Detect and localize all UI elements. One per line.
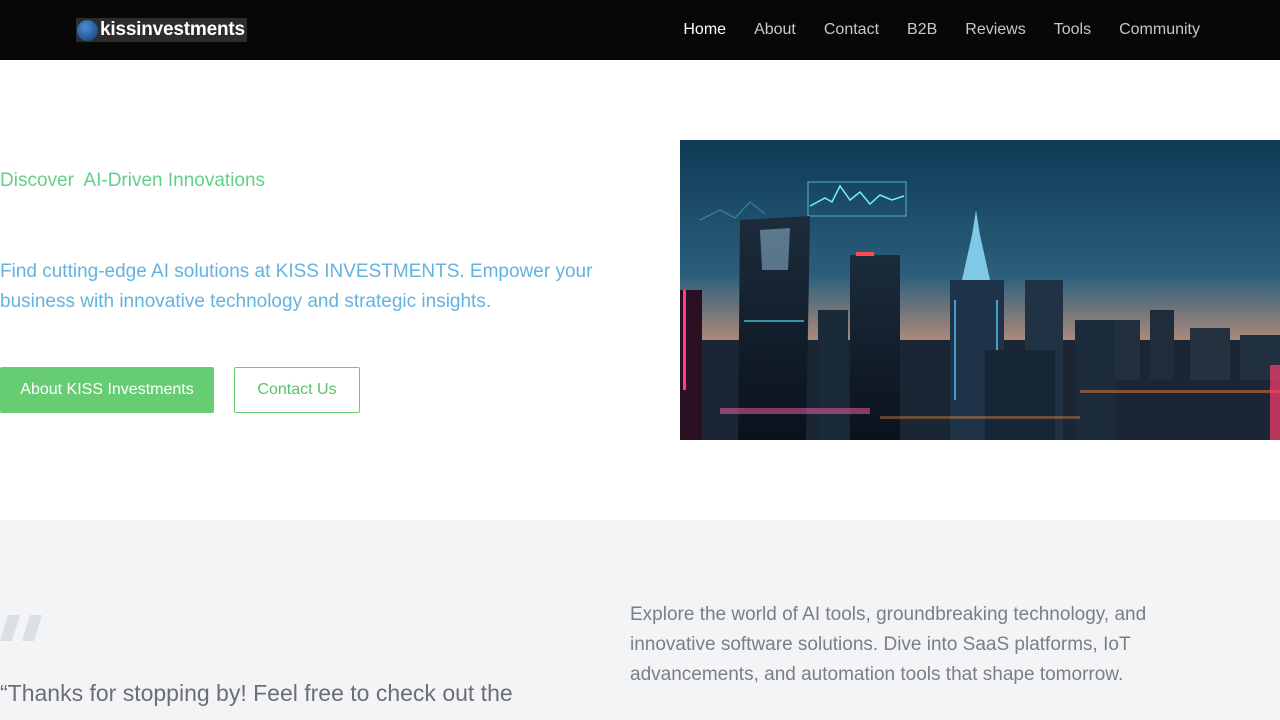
- nav-contact[interactable]: Contact: [824, 21, 879, 39]
- nav-community[interactable]: Community: [1119, 21, 1200, 39]
- main-nav: Home About Contact B2B Reviews Tools Com…: [683, 0, 1200, 60]
- contact-us-button[interactable]: Contact Us: [234, 367, 360, 413]
- site-header: kissinvestments Home About Contact B2B R…: [0, 0, 1280, 60]
- nav-home[interactable]: Home: [683, 21, 726, 39]
- site-logo[interactable]: kissinvestments: [76, 18, 247, 42]
- testimonial-quote: “Thanks for stopping by! Feel free to ch…: [0, 680, 513, 706]
- hero-lead: Find cutting-edge AI solutions at KISS I…: [0, 261, 593, 312]
- nav-tools[interactable]: Tools: [1054, 21, 1091, 39]
- nav-about[interactable]: About: [754, 21, 796, 39]
- nav-b2b[interactable]: B2B: [907, 21, 937, 39]
- about-kiss-button[interactable]: About KISS Investments: [0, 367, 214, 413]
- nav-reviews[interactable]: Reviews: [965, 21, 1025, 39]
- logo-text: kissinvestments: [100, 19, 245, 40]
- city-skyline-image: [680, 140, 1280, 440]
- section-description: Explore the world of AI tools, groundbre…: [630, 604, 1147, 685]
- globe-icon: [77, 19, 98, 41]
- quote-mark-icon: [0, 615, 42, 641]
- testimonial-section: “Thanks for stopping by! Feel free to ch…: [0, 520, 1280, 720]
- hero-kicker: Discover AI-Driven Innovations: [0, 170, 266, 191]
